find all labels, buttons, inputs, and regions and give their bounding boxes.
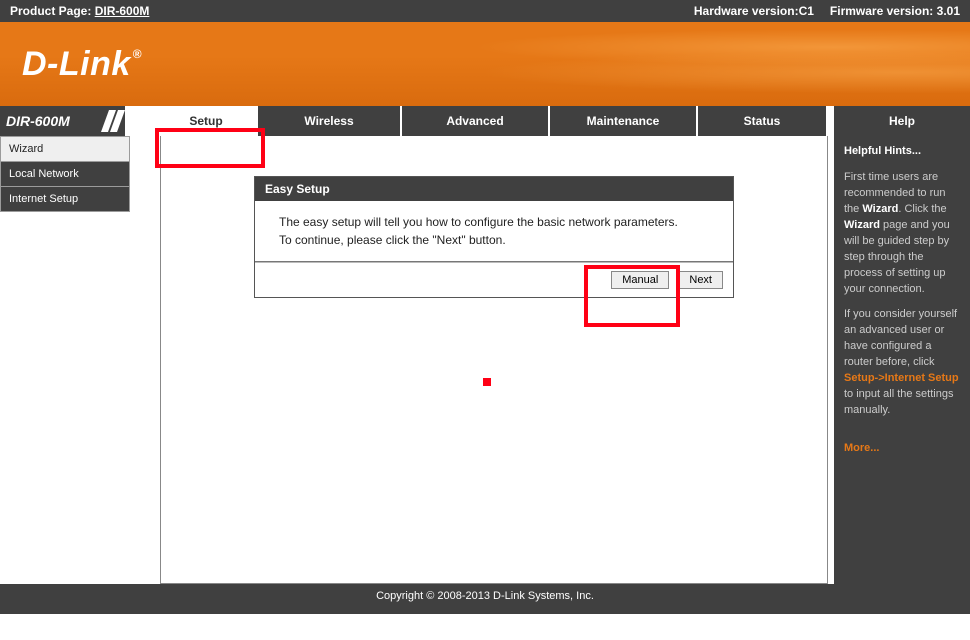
panel-actions: Manual Next xyxy=(255,262,733,297)
model-badge: DIR-600M xyxy=(0,106,127,136)
help-sidebar: Helpful Hints... First time users are re… xyxy=(834,136,970,584)
more-link[interactable]: More... xyxy=(844,441,879,457)
manual-button[interactable]: Manual xyxy=(611,271,669,289)
banner: D-Link® xyxy=(0,22,970,106)
footer: Copyright © 2008-2013 D-Link Systems, In… xyxy=(0,584,970,614)
red-marker-dot xyxy=(483,378,491,386)
tab-advanced[interactable]: Advanced xyxy=(402,106,548,136)
sidebar-item-internet-setup[interactable]: Internet Setup xyxy=(0,187,130,212)
setup-internet-link[interactable]: Setup->Internet Setup xyxy=(844,372,959,384)
top-bar: Product Page: DIR-600M Hardware version:… xyxy=(0,0,970,22)
sidebar: Wizard Local Network Internet Setup xyxy=(0,136,130,584)
tab-maintenance[interactable]: Maintenance xyxy=(550,106,696,136)
product-model-link[interactable]: DIR-600M xyxy=(95,4,150,18)
hints-paragraph-2: If you consider yourself an advanced use… xyxy=(844,307,960,419)
next-button[interactable]: Next xyxy=(678,271,723,289)
panel-body: The easy setup will tell you how to conf… xyxy=(255,201,733,262)
product-page-label: Product Page: DIR-600M xyxy=(10,4,149,18)
brand-logo: D-Link® xyxy=(22,45,142,84)
tab-wireless[interactable]: Wireless xyxy=(258,106,400,136)
hints-heading: Helpful Hints... xyxy=(844,144,960,160)
hints-paragraph-1: First time users are recommended to run … xyxy=(844,170,960,298)
easy-setup-panel: Easy Setup The easy setup will tell you … xyxy=(254,176,734,298)
sidebar-item-local-network[interactable]: Local Network xyxy=(0,162,130,187)
content-area: Easy Setup The easy setup will tell you … xyxy=(160,136,828,584)
main-tabs: Setup Wireless Advanced Maintenance Stat… xyxy=(156,106,970,136)
hardware-version: Hardware version:C1 xyxy=(694,4,814,18)
firmware-version: Firmware version: 3.01 xyxy=(830,4,960,18)
sidebar-item-wizard[interactable]: Wizard xyxy=(0,136,130,162)
tab-status[interactable]: Status xyxy=(698,106,826,136)
tab-help[interactable]: Help xyxy=(834,106,970,136)
tab-setup[interactable]: Setup xyxy=(156,106,256,136)
panel-title: Easy Setup xyxy=(255,177,733,201)
